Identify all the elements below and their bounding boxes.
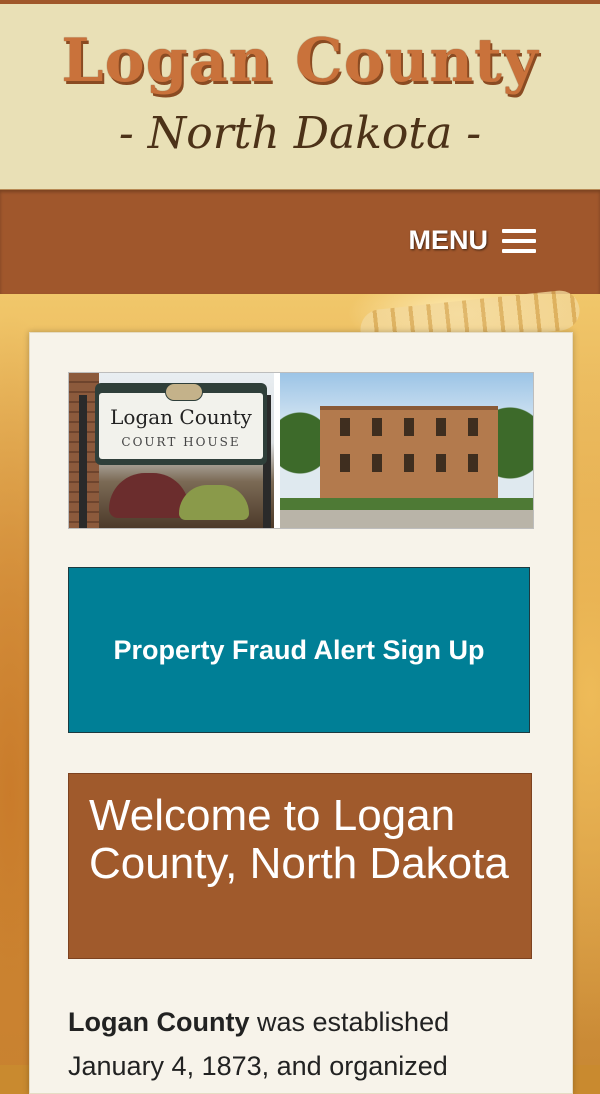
intro-paragraph: Logan County was established January 4, … — [68, 1000, 538, 1088]
welcome-banner: Welcome to Logan County, North Dakota — [68, 773, 532, 959]
sign-name-text: Logan County — [110, 405, 252, 429]
courthouse-sign: Logan County COURT HOUSE — [95, 383, 267, 465]
sign-subtext: COURT HOUSE — [121, 435, 241, 449]
menu-button[interactable]: MENU — [408, 225, 536, 256]
main-navbar: MENU — [0, 190, 600, 294]
property-fraud-alert-button[interactable]: Property Fraud Alert Sign Up — [68, 567, 530, 733]
hamburger-icon — [502, 228, 536, 253]
site-logo-title[interactable]: Logan County — [0, 26, 600, 96]
welcome-heading: Welcome to Logan County, North Dakota — [89, 791, 509, 888]
sign-crest-icon — [165, 383, 203, 401]
site-logo-subtitle: - North Dakota - — [118, 108, 482, 159]
courthouse-sign-photo: Logan County COURT HOUSE — [69, 373, 274, 528]
header-photos: Logan County COURT HOUSE — [68, 372, 534, 529]
site-header: Logan County - North Dakota - — [0, 4, 600, 190]
courthouse-building-photo — [280, 373, 533, 528]
menu-label: MENU — [408, 225, 489, 255]
intro-bold-county: Logan County — [68, 1007, 250, 1037]
